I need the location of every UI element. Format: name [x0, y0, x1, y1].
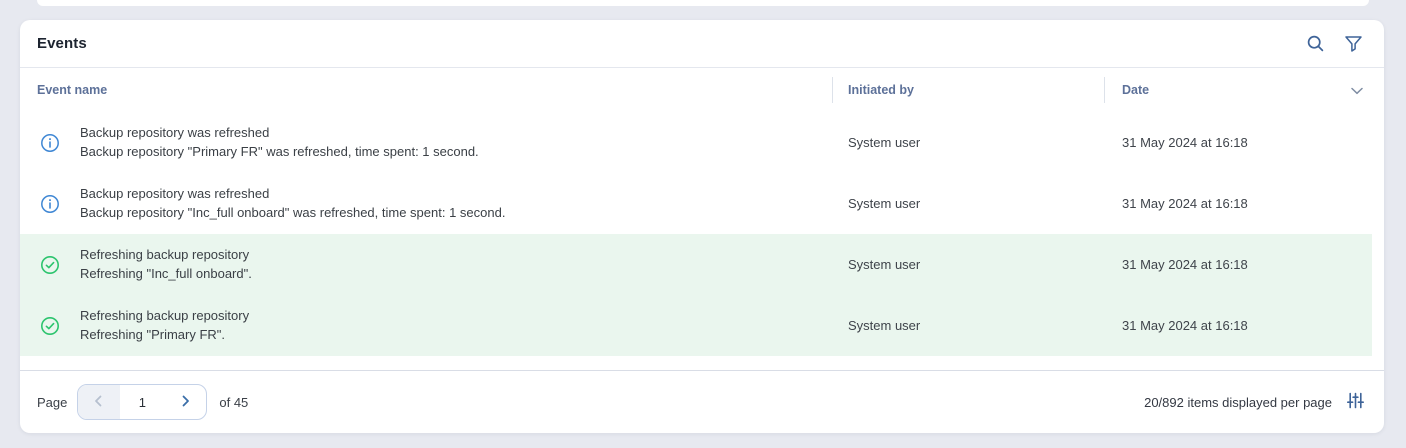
panel-actions [1300, 29, 1368, 59]
sliders-icon [1347, 392, 1364, 412]
event-title: Refreshing backup repository [80, 246, 252, 265]
success-check-icon [40, 255, 60, 275]
items-per-page-summary: 20/892 items displayed per page [1144, 395, 1332, 410]
filter-button[interactable] [1338, 29, 1368, 59]
initiated-by-cell: System user [832, 135, 1104, 150]
previous-card-bottom-edge [37, 0, 1369, 6]
chevron-left-icon [92, 394, 106, 411]
footer-right: 20/892 items displayed per page [1144, 389, 1368, 415]
search-button[interactable] [1300, 29, 1330, 59]
initiated-by-cell: System user [832, 196, 1104, 211]
search-icon [1306, 34, 1325, 53]
event-name-cell: Backup repository was refreshed Backup r… [20, 185, 832, 222]
event-title: Refreshing backup repository [80, 307, 249, 326]
page-label: Page [37, 395, 67, 410]
date-cell: 31 May 2024 at 16:18 [1104, 257, 1372, 272]
column-header-initiated-by[interactable]: Initiated by [832, 68, 1104, 112]
filter-funnel-icon [1344, 34, 1363, 53]
event-description: Backup repository "Inc_full onboard" was… [80, 204, 505, 223]
event-name-cell: Refreshing backup repository Refreshing … [20, 246, 832, 283]
chevron-right-icon [178, 394, 192, 411]
event-name-cell: Backup repository was refreshed Backup r… [20, 124, 832, 161]
total-pages-label: of 45 [219, 395, 248, 410]
event-title: Backup repository was refreshed [80, 185, 505, 204]
column-header-event-name[interactable]: Event name [20, 68, 832, 112]
panel-header: Events [20, 20, 1384, 68]
initiated-by-cell: System user [832, 257, 1104, 272]
collapse-table-button[interactable] [1346, 79, 1368, 101]
event-table-row[interactable]: Refreshing backup repository Refreshing … [20, 295, 1372, 356]
items-per-page-settings-button[interactable] [1342, 389, 1368, 415]
initiated-by-cell: System user [832, 318, 1104, 333]
next-page-button[interactable] [164, 385, 206, 419]
table-body: Backup repository was refreshed Backup r… [20, 112, 1384, 370]
event-description: Backup repository "Primary FR" was refre… [80, 143, 479, 162]
current-page-input[interactable]: 1 [120, 385, 164, 419]
date-cell: 31 May 2024 at 16:18 [1104, 135, 1372, 150]
pager-control: 1 [77, 384, 207, 420]
column-header-date[interactable]: Date [1104, 68, 1384, 112]
event-table-row[interactable]: Backup repository was refreshed Backup r… [20, 173, 1372, 234]
chevron-down-icon [1351, 83, 1363, 98]
date-cell: 31 May 2024 at 16:18 [1104, 196, 1372, 211]
success-check-icon [40, 316, 60, 336]
page-title: Events [37, 35, 87, 52]
event-table-row[interactable]: Refreshing backup repository Refreshing … [20, 234, 1372, 295]
event-description: Refreshing "Inc_full onboard". [80, 265, 252, 284]
event-name-cell: Refreshing backup repository Refreshing … [20, 307, 832, 344]
event-table-row[interactable]: Backup repository was refreshed Backup r… [20, 112, 1372, 173]
previous-page-button[interactable] [78, 385, 120, 419]
event-title: Backup repository was refreshed [80, 124, 479, 143]
info-icon [40, 133, 60, 153]
date-cell: 31 May 2024 at 16:18 [1104, 318, 1372, 333]
event-description: Refreshing "Primary FR". [80, 326, 249, 345]
events-panel: Events Event name [20, 20, 1384, 433]
info-icon [40, 194, 60, 214]
table-footer: Page 1 of 45 20/892 items displaye [20, 370, 1384, 433]
table-header-row: Event name Initiated by Date [20, 68, 1384, 112]
